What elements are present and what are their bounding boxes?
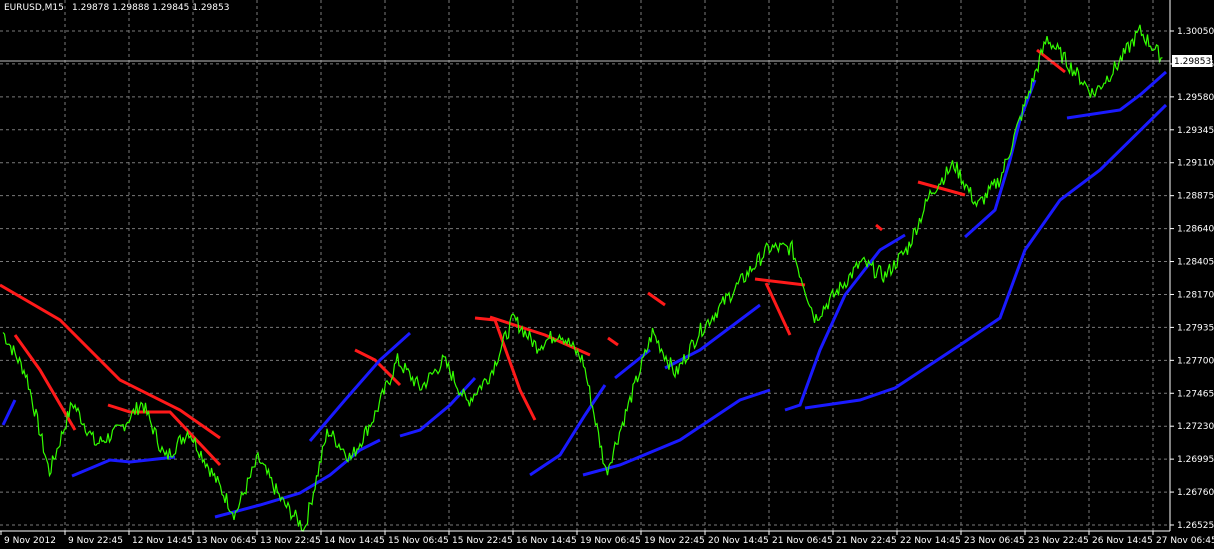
time-tick-label: 15 Nov 22:45	[452, 536, 513, 546]
chart-symbol: EURUSD,M15	[4, 3, 64, 13]
time-tick-label: 19 Nov 22:45	[644, 536, 705, 546]
chart-window[interactable]: 1.300501.298151.295801.293451.291101.288…	[0, 0, 1214, 549]
price-tick-label: 1.26525	[1177, 521, 1214, 531]
price-tick-label: 1.28640	[1177, 225, 1214, 235]
time-tick-label: 20 Nov 14:45	[708, 536, 769, 546]
time-tick-label: 23 Nov 06:45	[964, 536, 1025, 546]
time-tick-label: 13 Nov 06:45	[196, 536, 257, 546]
price-tick-label: 1.27935	[1177, 323, 1214, 333]
price-tick-label: 1.27465	[1177, 389, 1214, 399]
current-price-label: 1.29853	[1174, 57, 1211, 67]
time-tick-label: 9 Nov 2012	[4, 536, 56, 546]
time-tick-label: 27 Nov 06:45	[1156, 536, 1214, 546]
chart-ohlc: 1.29878 1.29888 1.29845 1.29853	[72, 3, 229, 13]
price-tick-label: 1.26995	[1177, 455, 1214, 465]
price-chart[interactable]: 1.300501.298151.295801.293451.291101.288…	[0, 0, 1214, 549]
time-tick-label: 21 Nov 22:45	[836, 536, 897, 546]
price-tick-label: 1.27230	[1177, 422, 1214, 432]
price-tick-label: 1.29580	[1177, 93, 1214, 103]
price-tick-label: 1.30050	[1177, 27, 1214, 37]
time-scale[interactable]: 9 Nov 2012 9 Nov 22:45 12 Nov 14:45 13 Nov …	[0, 531, 1214, 546]
price-tick-label: 1.27700	[1177, 356, 1214, 366]
time-tick-label: 13 Nov 22:45	[260, 536, 321, 546]
price-scale[interactable]: 1.300501.298151.295801.293451.291101.288…	[1170, 27, 1214, 531]
time-tick-label: 14 Nov 14:45	[324, 536, 385, 546]
time-tick-label: 26 Nov 14:45	[1092, 536, 1153, 546]
price-tick-label: 1.29110	[1177, 159, 1214, 169]
current-price-tag: 1.29853	[1172, 55, 1212, 67]
time-tick-label: 23 Nov 22:45	[1028, 536, 1089, 546]
price-tick-label: 1.28405	[1177, 258, 1214, 268]
time-tick-label: 12 Nov 14:45	[132, 536, 193, 546]
price-tick-label: 1.28170	[1177, 290, 1214, 300]
time-tick-label: 21 Nov 06:45	[772, 536, 833, 546]
price-tick-label: 1.26760	[1177, 488, 1214, 498]
price-tick-label: 1.28875	[1177, 192, 1214, 202]
time-tick-label: 9 Nov 22:45	[68, 536, 123, 546]
time-tick-label: 16 Nov 14:45	[516, 536, 577, 546]
time-tick-label: 19 Nov 06:45	[580, 536, 641, 546]
time-tick-label: 22 Nov 14:45	[900, 536, 961, 546]
time-tick-label: 15 Nov 06:45	[388, 536, 449, 546]
price-tick-label: 1.29345	[1177, 126, 1214, 136]
